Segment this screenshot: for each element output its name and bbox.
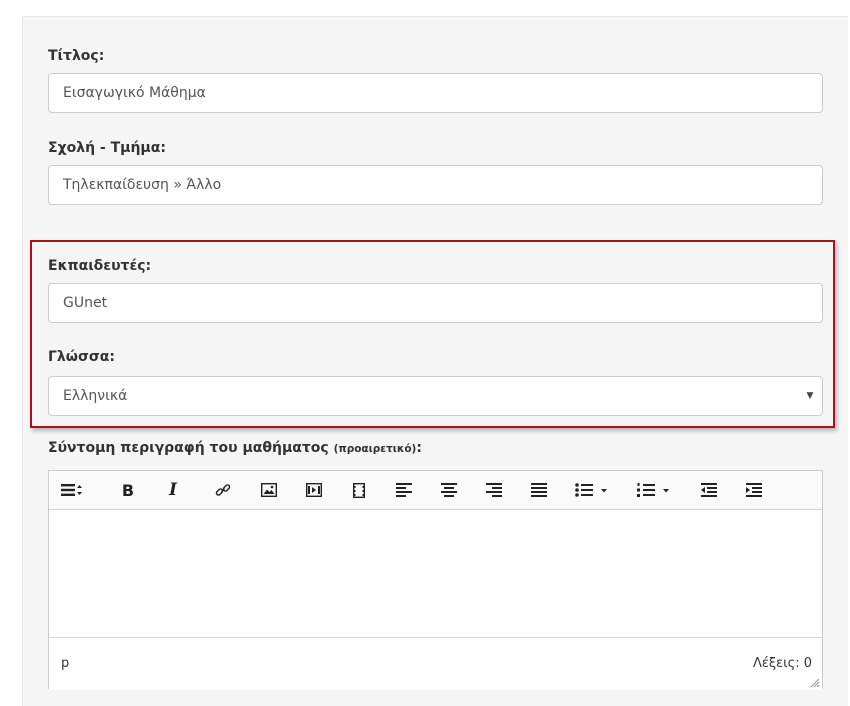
editor-toolbar: B I — [49, 471, 822, 510]
align-left-icon[interactable] — [391, 477, 417, 503]
image-icon[interactable] — [256, 477, 282, 503]
description-colon: : — [416, 440, 422, 456]
italic-icon[interactable]: I — [160, 477, 186, 503]
indent-icon[interactable] — [741, 477, 767, 503]
language-select[interactable]: Ελληνικά ▼ — [48, 376, 823, 416]
outdent-icon[interactable] — [696, 477, 722, 503]
media-icon[interactable] — [301, 477, 327, 503]
title-label: Τίτλος: — [48, 48, 105, 64]
align-justify-icon[interactable] — [526, 477, 552, 503]
resize-handle-icon[interactable] — [810, 678, 820, 688]
language-selected-value: Ελληνικά — [63, 388, 128, 404]
numbered-list-icon[interactable] — [633, 477, 677, 503]
bullet-list-icon[interactable] — [571, 477, 615, 503]
instructors-input[interactable]: GUnet — [48, 283, 823, 323]
align-right-icon[interactable] — [481, 477, 507, 503]
editor-statusbar: p Λέξεις: 0 — [49, 637, 822, 690]
description-optional: (προαιρετικό) — [333, 443, 417, 455]
word-count: Λέξεις: 0 — [752, 656, 812, 671]
faculty-label: Σχολή - Τμήμα: — [48, 140, 166, 156]
link-icon[interactable] — [210, 477, 236, 503]
element-path[interactable]: p — [61, 656, 69, 671]
align-center-icon[interactable] — [436, 477, 462, 503]
format-icon[interactable] — [59, 477, 85, 503]
title-input[interactable]: Εισαγωγικό Μάθημα — [48, 73, 823, 113]
language-label: Γλώσσα: — [48, 349, 115, 365]
editor-content-area[interactable] — [49, 510, 822, 636]
description-label-text: Σύντομη περιγραφή του μαθήματος — [48, 440, 329, 456]
rich-text-editor: B I p Λέξεις: 0 — [48, 470, 823, 690]
faculty-input[interactable]: Τηλεκπαίδευση » Άλλο — [48, 165, 823, 205]
instructors-label: Εκπαιδευτές: — [48, 258, 152, 274]
bold-icon[interactable]: B — [115, 477, 141, 503]
video-icon[interactable] — [346, 477, 372, 503]
description-label: Σύντομη περιγραφή του μαθήματος (προαιρε… — [48, 440, 422, 456]
chevron-down-icon: ▼ — [806, 391, 814, 401]
